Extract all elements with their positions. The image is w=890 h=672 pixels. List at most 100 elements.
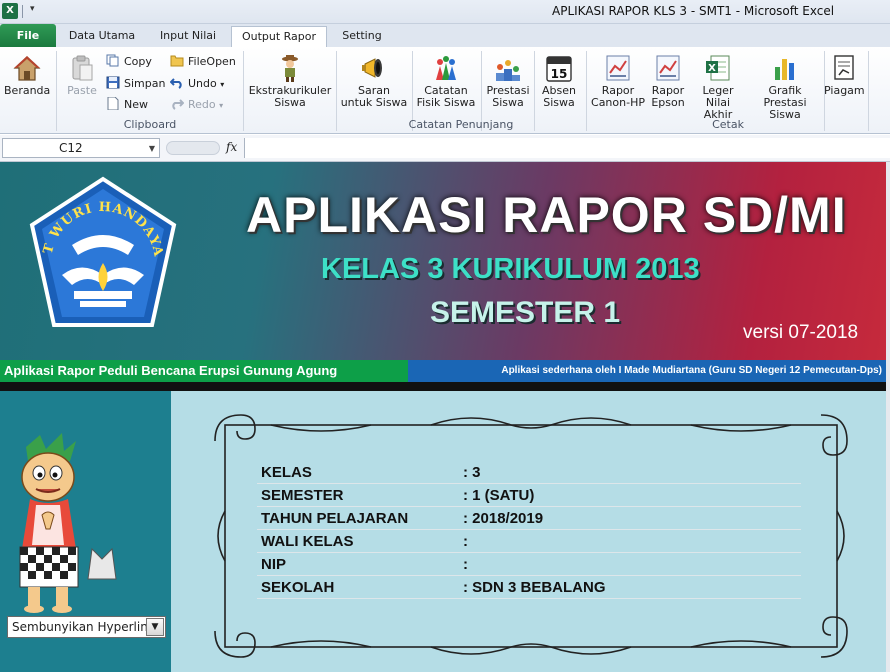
group-separator [586, 51, 587, 131]
redo-label: Redo [188, 98, 216, 111]
paste-label: Paste [67, 84, 97, 97]
absen-label-2: Siswa [543, 96, 575, 109]
scout-icon [282, 55, 298, 82]
piagam-label: Piagam [824, 84, 865, 97]
saran-untuk-siswa-button[interactable]: Saran untuk Siswa [340, 53, 408, 109]
group-separator [868, 51, 869, 131]
info-row-sekolah: SEKOLAH : SDN 3 BEBALANG [257, 576, 801, 599]
prestasi-label-2: Siswa [492, 96, 524, 109]
new-label: New [124, 98, 148, 111]
info-label: SEMESTER [261, 487, 344, 504]
tab-output-rapor[interactable]: Output Rapor [231, 26, 327, 47]
group-separator [56, 51, 57, 131]
formula-input[interactable] [244, 138, 890, 158]
undo-icon [170, 78, 182, 89]
catatan-fisik-siswa-button[interactable]: Catatan Fisik Siswa [414, 53, 478, 109]
tab-file[interactable]: File [0, 24, 56, 47]
podium-icon [496, 60, 520, 81]
info-value: : 2018/2019 [463, 510, 544, 527]
simpan-label: Simpan [124, 77, 166, 90]
tab-setting[interactable]: Setting [334, 26, 390, 47]
catatan-label-2: Fisik Siswa [416, 96, 476, 109]
save-icon [106, 76, 120, 89]
mascot-illustration [19, 433, 117, 613]
ekstrakurikuler-button[interactable]: Ekstrakurikuler Siswa [248, 53, 332, 109]
title-bar: X ▾ APLIKASI RAPOR KLS 3 - SMT1 - Micros… [0, 0, 890, 24]
ekstrakurikuler-label-2: Siswa [274, 96, 306, 109]
new-button[interactable]: New [106, 97, 148, 112]
info-table: KELAS : 3 SEMESTER : 1 (SATU) TAHUN PELA… [257, 461, 801, 599]
leger-nilai-akhir-button[interactable]: X Leger Nilai Akhir [690, 53, 746, 121]
rapor-canon-hp-button[interactable]: Rapor Canon-HP [590, 53, 646, 109]
report-chart-icon [606, 55, 630, 81]
info-row-kelas: KELAS : 3 [257, 461, 801, 484]
banner-subtitle: KELAS 3 KURIKULUM 2013 [321, 253, 700, 285]
hyperlink-visibility-select[interactable]: Sembunyikan Hyperlink ▼ [7, 616, 166, 638]
group-separator [243, 51, 244, 131]
calendar-icon: 15 [546, 56, 572, 82]
group-label-cetak: Cetak [712, 118, 744, 131]
formula-bar: C12 ▼ fx [0, 135, 890, 162]
paste-icon [72, 55, 93, 81]
info-value: : [463, 556, 468, 573]
report-chart-icon [656, 55, 680, 81]
group-label-catatan-penunjang: Catatan Penunjang [408, 118, 514, 131]
info-label: KELAS [261, 464, 312, 481]
info-value: : 1 (SATU) [463, 487, 535, 504]
new-file-icon [107, 97, 119, 110]
canon-label-2: Canon-HP [591, 96, 645, 109]
rapor-epson-button[interactable]: Rapor Epson [648, 53, 688, 109]
copy-button[interactable]: Copy [106, 54, 152, 69]
people-stars-icon [436, 56, 456, 80]
grafik-prestasi-siswa-button[interactable]: Grafik Prestasi Siswa [748, 53, 822, 121]
left-panel: Sembunyikan Hyperlink ▼ [0, 391, 171, 672]
info-value: : 3 [463, 464, 481, 481]
certificate-icon [834, 55, 854, 80]
select-value: Sembunyikan Hyperlink [12, 620, 155, 634]
beranda-button[interactable]: Beranda [4, 53, 50, 97]
info-row-wali-kelas: WALI KELAS : [257, 530, 801, 553]
vertical-scrollbar[interactable] [886, 162, 890, 672]
fileopen-button[interactable]: FileOpen [170, 54, 236, 69]
info-label: WALI KELAS [261, 533, 354, 550]
formula-bar-resize-handle[interactable] [166, 141, 220, 155]
name-box[interactable]: C12 ▼ [2, 138, 160, 158]
redo-button[interactable]: Redo ▾ [170, 97, 223, 113]
divider-strip [0, 382, 886, 391]
epson-label-2: Epson [651, 96, 685, 109]
excel-app-icon[interactable]: X [2, 3, 18, 19]
quick-access-separator [22, 5, 23, 18]
insert-function-icon[interactable]: fx [226, 140, 237, 154]
select-dropdown-icon[interactable]: ▼ [146, 618, 164, 636]
redo-dropdown-icon: ▾ [219, 101, 224, 110]
school-info-panel: KELAS : 3 SEMESTER : 1 (SATU) TAHUN PELA… [171, 391, 886, 672]
simpan-button[interactable]: Simpan [106, 76, 165, 91]
absen-siswa-button[interactable]: 15 Absen Siswa [536, 53, 582, 109]
app-banner: TUT WURI HANDAYANI APLIKASI RAPOR SD/MI … [0, 162, 886, 360]
tab-data-utama[interactable]: Data Utama [62, 26, 142, 47]
prestasi-siswa-button[interactable]: Prestasi Siswa [484, 53, 532, 109]
info-strip-right: Aplikasi sederhana oleh I Made Mudiartan… [408, 360, 886, 382]
undo-label: Undo [188, 77, 217, 90]
svg-text:X: X [708, 63, 716, 74]
excel-sheet-icon: X [706, 55, 730, 81]
info-label: NIP [261, 556, 287, 573]
info-row-semester: SEMESTER : 1 (SATU) [257, 484, 801, 507]
info-strip-left: Aplikasi Rapor Peduli Bencana Erupsi Gun… [0, 360, 408, 382]
saran-label-2: untuk Siswa [340, 96, 408, 109]
banner-version: versi 07-2018 [743, 322, 859, 343]
tab-input-nilai[interactable]: Input Nilai [150, 26, 226, 47]
banner-title: APLIKASI RAPOR SD/MI [246, 187, 847, 243]
undo-button[interactable]: Undo ▾ [170, 76, 224, 92]
paste-button[interactable]: Paste [62, 53, 102, 97]
piagam-button[interactable]: Piagam [824, 53, 865, 97]
name-box-dropdown-icon[interactable]: ▼ [149, 140, 155, 158]
ribbon: Beranda Paste Copy Simpan New FileOpen U… [0, 47, 890, 134]
quick-access-dropdown-icon[interactable]: ▾ [30, 4, 35, 14]
banner-semester: SEMESTER 1 [430, 296, 621, 329]
copy-icon [106, 54, 119, 67]
calendar-day: 15 [551, 67, 568, 81]
undo-dropdown-icon[interactable]: ▾ [220, 80, 224, 89]
cell-reference: C12 [59, 141, 83, 155]
tut-wuri-handayani-logo: TUT WURI HANDAYANI [22, 175, 177, 327]
